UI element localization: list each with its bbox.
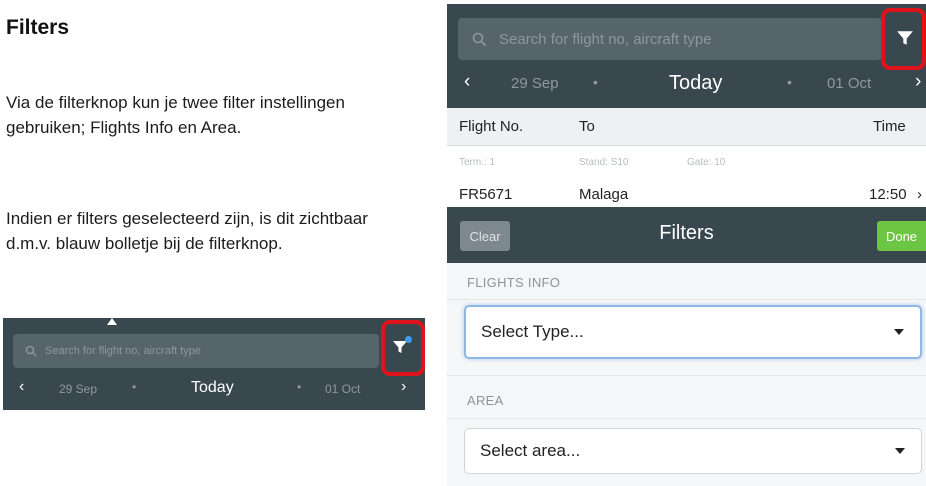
- divider: [447, 299, 926, 300]
- search-bar[interactable]: Search for flight no, aircraft type: [458, 18, 882, 60]
- dropdown-caret-icon: [895, 448, 905, 454]
- divider: [447, 418, 926, 419]
- mini-header-screenshot: Search for flight no, aircraft type ‹ 29…: [3, 318, 425, 410]
- current-date-label: Today: [669, 72, 723, 94]
- dropdown-caret-icon: [894, 329, 904, 335]
- type-select[interactable]: Select Type...: [464, 305, 922, 359]
- divider: [447, 375, 926, 376]
- flight-number: FR5671: [459, 186, 513, 203]
- intro-paragraph: Via de filterknop kun je twee filter ins…: [6, 93, 345, 137]
- column-header-to[interactable]: To: [579, 118, 595, 135]
- date-separator: •: [297, 380, 302, 394]
- destination: Malaga: [579, 186, 629, 203]
- next-date-label[interactable]: 01 Oct: [325, 382, 360, 396]
- chevron-right-icon: ›: [917, 186, 922, 203]
- search-placeholder: Search for flight no, aircraft type: [499, 30, 712, 48]
- current-date-label: Today: [191, 379, 234, 396]
- gate-label: Gate: 10: [687, 157, 726, 168]
- area-section-label: AREA: [467, 393, 504, 408]
- mini-search-bar[interactable]: Search for flight no, aircraft type: [13, 334, 379, 368]
- done-button[interactable]: Done: [877, 221, 926, 251]
- stand-label: Stand: S10: [579, 157, 629, 168]
- prev-date-label[interactable]: 29 Sep: [511, 75, 559, 92]
- date-separator: •: [787, 74, 792, 90]
- next-date-label[interactable]: 01 Oct: [827, 75, 871, 92]
- type-select-value: Select Type...: [481, 322, 584, 341]
- next-day-arrow[interactable]: ›: [401, 378, 406, 396]
- app-header: Search for flight no, aircraft type ‹ 29…: [447, 4, 926, 108]
- prev-date-label[interactable]: 29 Sep: [59, 382, 97, 396]
- search-icon: [25, 345, 37, 357]
- filters-panel: FLIGHTS INFO Select Type... AREA Select …: [447, 263, 926, 486]
- column-header-flight-no[interactable]: Flight No.: [459, 118, 523, 135]
- column-header-time[interactable]: Time: [873, 118, 906, 135]
- section-title: Filters: [6, 16, 70, 39]
- prev-day-arrow[interactable]: ‹: [464, 71, 470, 93]
- table-row[interactable]: FR5671 Malaga 12:50 ›: [447, 182, 926, 207]
- departure-time: 12:50: [869, 186, 907, 203]
- date-separator: •: [132, 380, 137, 394]
- area-select[interactable]: Select area...: [464, 428, 922, 474]
- terminal-label: Term.: 1: [459, 157, 496, 168]
- date-separator: •: [593, 74, 598, 90]
- flights-info-section-label: FLIGHTS INFO: [467, 275, 561, 290]
- filter-indicator-paragraph: Indien er filters geselecteerd zijn, is …: [6, 209, 368, 253]
- flight-detail-row: Term.: 1 Stand: S10 Gate: 10: [447, 146, 926, 182]
- table-header: Flight No. To Time: [447, 108, 926, 146]
- filters-toolbar: Clear Filters Done: [447, 207, 926, 263]
- filter-icon[interactable]: [896, 29, 914, 47]
- prev-day-arrow[interactable]: ‹: [19, 378, 24, 396]
- area-select-value: Select area...: [480, 441, 581, 460]
- filter-active-dot: [405, 336, 412, 343]
- filters-title: Filters: [659, 222, 714, 244]
- next-day-arrow[interactable]: ›: [915, 71, 921, 93]
- search-icon: [472, 32, 487, 46]
- pointer-caret-icon: [107, 318, 117, 325]
- mini-search-placeholder: Search for flight no, aircraft type: [45, 345, 201, 357]
